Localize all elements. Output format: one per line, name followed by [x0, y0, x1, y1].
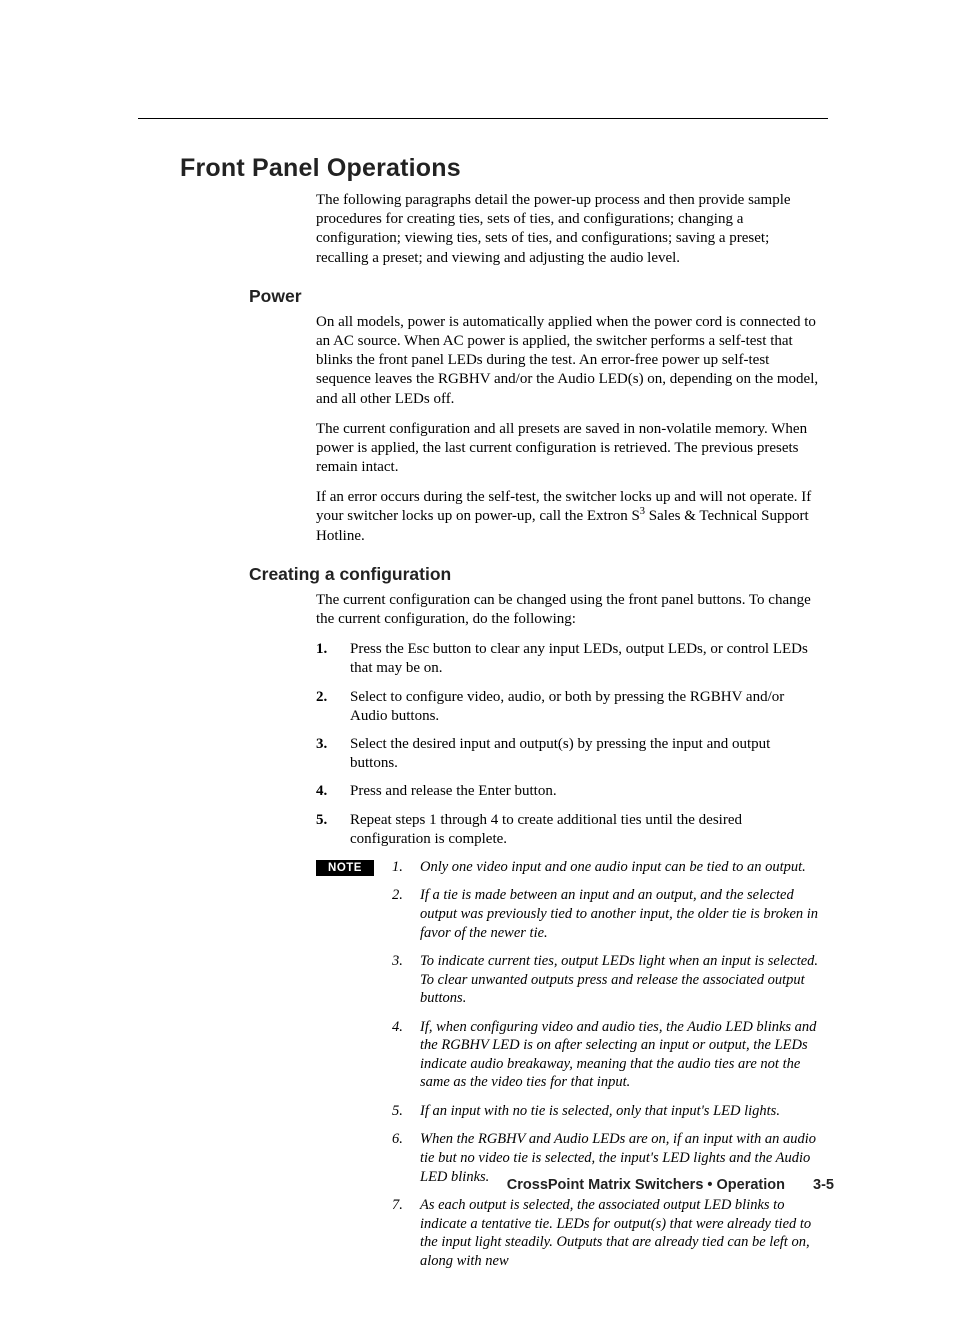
note-block: NOTE 1. Only one video input and one aud… [316, 858, 819, 1280]
heading-creating-configuration: Creating a configuration [249, 564, 819, 585]
step-number: 1. [316, 640, 350, 678]
step-number: 5. [316, 811, 350, 849]
top-rule [138, 118, 828, 119]
note-number: 1. [392, 858, 420, 877]
step-number: 2. [316, 688, 350, 726]
step-number: 3. [316, 735, 350, 773]
note-item: 4. If, when configuring video and audio … [392, 1018, 819, 1092]
step-text: Select the desired input and output(s) b… [350, 735, 819, 773]
note-gap [374, 858, 392, 1280]
note-number: 2. [392, 886, 420, 942]
step-text: Press and release the Enter button. [350, 782, 819, 801]
note-number: 7. [392, 1196, 420, 1270]
note-badge: NOTE [316, 860, 374, 876]
step-item: 1. Press the Esc button to clear any inp… [316, 640, 819, 678]
note-number: 5. [392, 1102, 420, 1121]
step-text: Press the Esc button to clear any input … [350, 640, 819, 678]
config-intro: The current configuration can be changed… [316, 591, 819, 629]
step-item: 5. Repeat steps 1 through 4 to create ad… [316, 811, 819, 849]
heading-power: Power [249, 286, 819, 307]
note-text: If a tie is made between an input and an… [420, 886, 819, 942]
step-item: 4. Press and release the Enter button. [316, 782, 819, 801]
note-text: Only one video input and one audio input… [420, 858, 819, 877]
note-number: 6. [392, 1130, 420, 1186]
power-paragraph-3: If an error occurs during the self-test,… [316, 488, 819, 546]
footer-text: CrossPoint Matrix Switchers • Operation [507, 1177, 785, 1193]
step-text: Repeat steps 1 through 4 to create addit… [350, 811, 819, 849]
step-item: 3. Select the desired input and output(s… [316, 735, 819, 773]
step-text: Select to configure video, audio, or bot… [350, 688, 819, 726]
note-text: To indicate current ties, output LEDs li… [420, 952, 819, 1008]
intro-paragraph: The following paragraphs detail the powe… [316, 191, 819, 268]
note-item: 3. To indicate current ties, output LEDs… [392, 952, 819, 1008]
note-number: 3. [392, 952, 420, 1008]
heading-front-panel-operations: Front Panel Operations [180, 154, 819, 183]
note-number: 4. [392, 1018, 420, 1092]
config-steps: 1. Press the Esc button to clear any inp… [316, 640, 819, 849]
note-item: 7. As each output is selected, the assoc… [392, 1196, 819, 1270]
step-item: 2. Select to configure video, audio, or … [316, 688, 819, 726]
page-footer: CrossPoint Matrix Switchers • Operation … [507, 1177, 834, 1193]
footer-page-number: 3-5 [813, 1177, 834, 1193]
note-text: If an input with no tie is selected, onl… [420, 1102, 819, 1121]
note-item: 1. Only one video input and one audio in… [392, 858, 819, 877]
note-item: 5. If an input with no tie is selected, … [392, 1102, 819, 1121]
page-body: Front Panel Operations The following par… [0, 0, 954, 1340]
note-text: If, when configuring video and audio tie… [420, 1018, 819, 1092]
power-paragraph-1: On all models, power is automatically ap… [316, 313, 819, 409]
note-text: As each output is selected, the associat… [420, 1196, 819, 1270]
notes-list: 1. Only one video input and one audio in… [392, 858, 819, 1280]
power-paragraph-2: The current configuration and all preset… [316, 420, 819, 478]
note-item: 2. If a tie is made between an input and… [392, 886, 819, 942]
step-number: 4. [316, 782, 350, 801]
